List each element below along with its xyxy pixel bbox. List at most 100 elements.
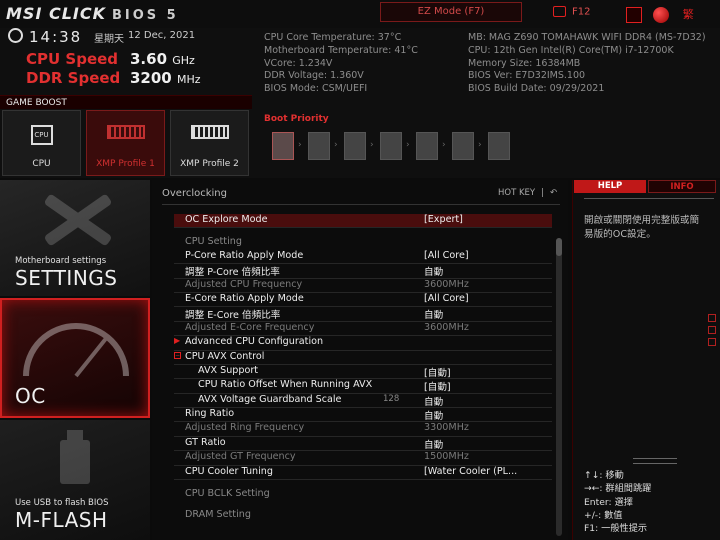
setting-row[interactable]: P-Core Ratio Apply Mode [All Core] (174, 249, 552, 265)
setting-row[interactable]: − CPU AVX Control (174, 351, 552, 365)
key-hint: F1: 一般性提示 (584, 523, 648, 535)
setting-label: 調整 E-Core 倍頻比率 (185, 310, 281, 322)
tab-info[interactable]: INFO (648, 180, 716, 193)
key-hint: ↑↓: 移動 (584, 470, 624, 481)
setting-label: Advanced CPU Configuration (185, 336, 324, 348)
scrollbar-thumb[interactable] (556, 238, 562, 256)
chevron-right-icon: › (334, 140, 338, 150)
setting-value[interactable]: 自動 (424, 437, 443, 451)
nav-settings-sub: Motherboard settings (15, 256, 107, 266)
bios-version: BIOS Ver: E7D32IMS.100 (468, 70, 586, 82)
boot-device-slot[interactable] (416, 132, 438, 160)
setting-label: GT Ratio (185, 436, 226, 448)
setting-value[interactable]: [Expert] (424, 214, 463, 225)
setting-row[interactable]: Ring Ratio 自動 (174, 408, 552, 423)
setting-value[interactable]: [All Core] (424, 250, 469, 261)
setting-row[interactable]: E-Core Ratio Apply Mode [All Core] (174, 293, 552, 308)
side-marker (708, 338, 716, 346)
settings-list: OC Explore Mode [Expert] CPU Setting P-Core… (174, 214, 552, 523)
nav-oc[interactable]: OC (0, 298, 150, 418)
bios-build-date: BIOS Build Date: 09/29/2021 (468, 83, 605, 95)
setting-label: CPU AVX Control (185, 350, 265, 362)
setting-row[interactable]: 調整 E-Core 倍頻比率 自動 (174, 307, 552, 322)
setting-row[interactable]: 調整 P-Core 倍頻比率 自動 (174, 264, 552, 279)
motherboard-model: MB: MAG Z690 TOMAHAWK WIFI DDR4 (MS-7D32… (468, 32, 706, 43)
panel-side-markers (708, 314, 716, 350)
tab-help[interactable]: HELP (574, 180, 646, 193)
boot-device-slot[interactable] (308, 132, 330, 160)
boot-priority-bar: › › › › › › (262, 126, 714, 168)
panel-resize-handle[interactable] (633, 458, 677, 464)
setting-value[interactable]: [Water Cooler (PL... (424, 466, 517, 477)
setting-value[interactable]: 自動 (424, 307, 443, 321)
language-globe-icon[interactable] (653, 6, 670, 23)
game-boost-xmp2-tile[interactable]: XMP Profile 2 (170, 110, 249, 176)
scrollbar[interactable] (556, 238, 562, 536)
date: 12 Dec, 2021 (128, 30, 196, 41)
setting-value[interactable]: [自動] (424, 365, 451, 379)
mb-temp: Motherboard Temperature: 41°C (264, 44, 418, 56)
cpu-speed-label: CPU Speed (26, 50, 119, 68)
key-hint: Enter: 選擇 (584, 496, 633, 508)
setting-label: P-Core Ratio Apply Mode (185, 249, 304, 261)
setting-value: 3600MHz (424, 321, 469, 333)
setting-label: DRAM Setting (185, 509, 251, 521)
collapse-icon[interactable]: − (174, 351, 181, 359)
setting-value[interactable]: 自動 (424, 264, 443, 278)
setting-label: CPU Cooler Tuning (185, 465, 273, 477)
boot-device-hdd-icon[interactable] (272, 132, 294, 160)
speedometer-icon (23, 323, 129, 378)
boot-priority-label: Boot Priority (264, 114, 329, 124)
cpu-speed-value: 3.60 GHz (130, 50, 195, 68)
boot-device-slot[interactable] (452, 132, 474, 160)
boot-device-slot[interactable] (380, 132, 402, 160)
boot-device-slot[interactable] (488, 132, 510, 160)
search-icon[interactable] (626, 6, 642, 23)
expand-arrow-icon[interactable]: ▶ (174, 336, 180, 345)
divider (162, 204, 560, 205)
setting-row[interactable]: ▶ Advanced CPU Configuration (174, 336, 552, 351)
cpu-model: CPU: 12th Gen Intel(R) Core(TM) i7-12700… (468, 44, 674, 56)
chevron-right-icon: › (298, 140, 302, 150)
setting-value[interactable]: 自動 (424, 394, 443, 408)
nav-m-flash-title: M-FLASH (15, 508, 108, 532)
game-boost-cpu-tile[interactable]: CPU CPU (2, 110, 81, 176)
back-arrow-icon[interactable]: ↶ (550, 188, 557, 198)
toolbar-icons: 繁 (626, 4, 702, 23)
key-hint: →←: 群組間跳躍 (584, 483, 652, 495)
ez-mode-button[interactable]: EZ Mode (F7) (380, 2, 522, 22)
setting-value[interactable]: [All Core] (424, 293, 469, 304)
setting-row[interactable]: OC Explore Mode [Expert] (174, 214, 552, 229)
ddr-speed-label: DDR Speed (26, 69, 121, 87)
setting-value[interactable]: 自動 (424, 408, 443, 422)
close-icon[interactable]: 繁 (680, 7, 696, 23)
hot-key-button[interactable]: HOT KEY | ↶ (498, 188, 557, 198)
chevron-right-icon: › (406, 140, 410, 150)
setting-value[interactable]: [自動] (424, 379, 451, 393)
setting-row[interactable]: GT Ratio 自動 (174, 436, 552, 452)
key-hint: +/-: 數值 (584, 509, 623, 521)
game-boost-xmp1-tile[interactable]: XMP Profile 1 (86, 110, 165, 176)
system-info-right: MB: MAG Z690 TOMAHAWK WIFI DDR4 (MS-7D32… (468, 32, 706, 96)
boot-device-slot[interactable] (344, 132, 366, 160)
bios-mode: BIOS Mode: CSM/UEFI (264, 83, 368, 95)
nav-settings[interactable]: Motherboard settings SETTINGS (0, 180, 150, 296)
setting-row[interactable]: AVX Voltage Guardband Scale 128 自動 (174, 394, 552, 409)
setting-row[interactable]: AVX Support [自動] (174, 364, 552, 380)
setting-row[interactable]: CPU Cooler Tuning [Water Cooler (PL... (174, 465, 552, 481)
setting-row[interactable]: CPU Ratio Offset When Running AVX [自動] (174, 379, 552, 394)
screenshot-button[interactable]: F12 (553, 6, 595, 22)
side-marker (708, 326, 716, 334)
msi-logo: MSI CLICK BIOS 5 (6, 4, 179, 23)
setting-value: 1500MHz (424, 451, 469, 463)
setting-label: Adjusted GT Frequency (185, 451, 296, 463)
nav-settings-title: SETTINGS (15, 266, 118, 290)
setting-label: AVX Support (198, 364, 259, 376)
key-legend: ↑↓: 移動 →←: 群組間跳躍 Enter: 選擇 +/-: 數值 F1: 一… (584, 469, 651, 535)
section-header: CPU BCLK Setting (174, 488, 552, 501)
cpu-chip-icon: CPU (30, 125, 53, 145)
section-header: CPU Setting (174, 236, 552, 249)
nav-m-flash[interactable]: Use USB to flash BIOS M-FLASH (0, 420, 150, 540)
setting-label: CPU BCLK Setting (185, 488, 270, 500)
clock-icon (8, 28, 23, 43)
